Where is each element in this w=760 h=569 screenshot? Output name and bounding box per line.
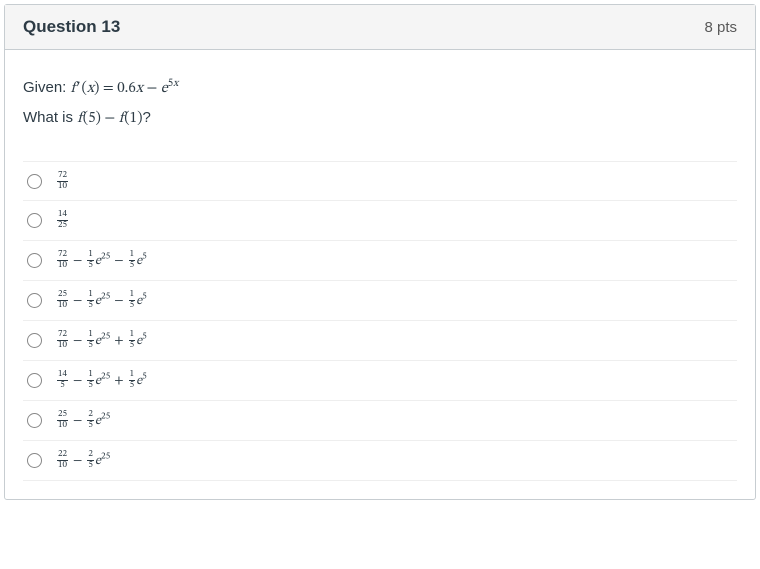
answer-label: 7210 bbox=[56, 171, 69, 191]
answer-label: 1425 bbox=[56, 210, 69, 230]
answer-radio[interactable] bbox=[27, 213, 42, 228]
answer-radio[interactable] bbox=[27, 293, 42, 308]
answer-radio[interactable] bbox=[27, 453, 42, 468]
answer-radio[interactable] bbox=[27, 333, 42, 348]
question-prompt: Given: f ′ (x) = 0.6x − e5x What is f (5… bbox=[23, 74, 737, 133]
question-header: Question 13 8 pts bbox=[5, 5, 755, 50]
question-title: Question 13 bbox=[23, 17, 120, 37]
prompt-math: f ′ (x) = 0.6x − e5x bbox=[71, 79, 179, 96]
prompt-text: What is bbox=[23, 109, 77, 126]
answer-radio[interactable] bbox=[27, 174, 42, 189]
answer-radio[interactable] bbox=[27, 413, 42, 428]
question-body: Given: f ′ (x) = 0.6x − e5x What is f (5… bbox=[5, 50, 755, 499]
answer-option[interactable]: 7210−15e25+15e5 bbox=[23, 321, 737, 361]
answer-label: 7210−15e25+15e5 bbox=[56, 330, 147, 350]
answer-label: 2510−25e25 bbox=[56, 410, 110, 430]
answer-label: 145−15e25+15e5 bbox=[56, 370, 147, 390]
question-card: Question 13 8 pts Given: f ′ (x) = 0.6x … bbox=[4, 4, 756, 500]
prompt-line-1: Given: f ′ (x) = 0.6x − e5x bbox=[23, 74, 737, 104]
prompt-line-2: What is f (5) − f (1)? bbox=[23, 104, 737, 134]
answer-option[interactable]: 7210 bbox=[23, 161, 737, 201]
prompt-math: f (5) − f (1) bbox=[77, 109, 142, 126]
answer-label: 2210−25e25 bbox=[56, 450, 110, 470]
answer-options: 7210 1425 7210−15e25−15e5 2510−15e25−15e… bbox=[23, 161, 737, 481]
answer-option[interactable]: 1425 bbox=[23, 201, 737, 241]
answer-label: 7210−15e25−15e5 bbox=[56, 250, 147, 270]
prompt-text: ? bbox=[142, 109, 150, 126]
answer-label: 2510−15e25−15e5 bbox=[56, 290, 147, 310]
answer-radio[interactable] bbox=[27, 373, 42, 388]
answer-option[interactable]: 2210−25e25 bbox=[23, 441, 737, 481]
question-points: 8 pts bbox=[704, 19, 737, 36]
answer-option[interactable]: 2510−25e25 bbox=[23, 401, 737, 441]
answer-option[interactable]: 145−15e25+15e5 bbox=[23, 361, 737, 401]
answer-option[interactable]: 2510−15e25−15e5 bbox=[23, 281, 737, 321]
answer-radio[interactable] bbox=[27, 253, 42, 268]
answer-option[interactable]: 7210−15e25−15e5 bbox=[23, 241, 737, 281]
prompt-text: Given: bbox=[23, 79, 71, 96]
